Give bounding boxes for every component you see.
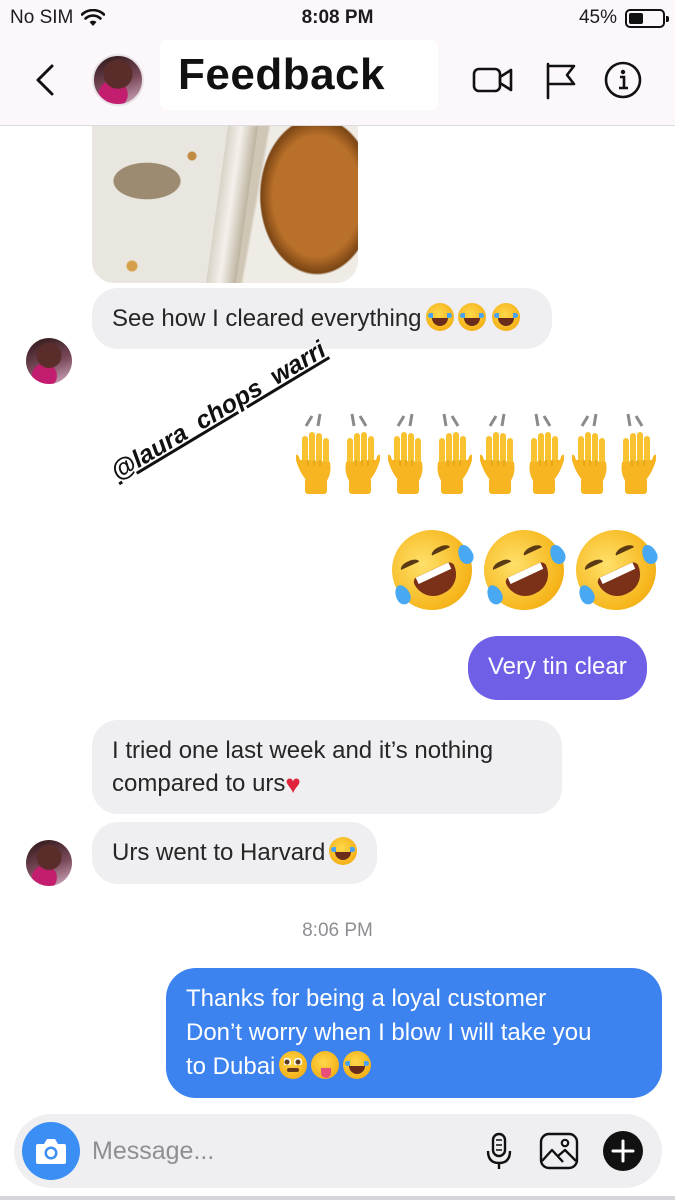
message-timestamp: 8:06 PM <box>302 920 373 941</box>
message-text: Urs went to Harvard <box>112 839 326 866</box>
chevron-left-icon[interactable] <box>28 60 64 100</box>
message-bubble-outgoing[interactable]: Thanks for being a loyal customer Don’t … <box>166 968 662 1098</box>
rolling-eyes-emoji <box>279 1051 308 1079</box>
message-input[interactable] <box>92 1134 472 1168</box>
battery-icon <box>625 8 669 28</box>
chat-header: Feedback <box>0 36 675 126</box>
raised-hand-icon <box>345 432 380 494</box>
gallery-icon[interactable] <box>536 1128 582 1174</box>
message-composer <box>14 1114 662 1188</box>
title-box[interactable]: Feedback <box>160 40 438 110</box>
raised-hand-icon <box>296 432 331 494</box>
message-bubble-outgoing[interactable]: Very tin clear <box>468 636 647 700</box>
raised-hands-message[interactable] <box>296 412 664 502</box>
plus-icon[interactable] <box>600 1128 646 1174</box>
message-text-line1: I tried one last week and it’s nothing <box>112 737 494 764</box>
laughing-tears-emoji <box>457 303 486 331</box>
bottom-divider <box>0 1196 675 1200</box>
battery-fill <box>629 12 643 24</box>
photo-foil <box>205 126 259 283</box>
contact-avatar[interactable] <box>26 338 72 384</box>
message-bubble-incoming[interactable]: See how I cleared everything <box>92 288 552 349</box>
raised-hand-icon <box>480 432 515 494</box>
contact-avatar[interactable] <box>26 840 72 886</box>
sparkle-marks <box>304 413 368 427</box>
message-text: See how I cleared everything <box>112 305 422 332</box>
zany-face-emoji <box>311 1051 340 1079</box>
rofl-emoji[interactable] <box>470 516 578 624</box>
status-right: 45% <box>578 7 669 29</box>
red-heart-emoji: ♥ <box>285 769 301 799</box>
message-text-line2: compared to urs <box>112 770 286 797</box>
sparkle-marks <box>396 413 460 427</box>
battery-tip <box>666 15 669 22</box>
flag-icon[interactable] <box>540 60 582 100</box>
message-text-line2: Don’t worry when I blow I will take you <box>186 1019 592 1046</box>
page-title: Feedback <box>178 50 385 99</box>
rofl-emoji[interactable] <box>562 516 670 624</box>
raised-hand-icon <box>572 432 607 494</box>
rofl-emoji <box>343 1051 372 1079</box>
message-text-line1: Thanks for being a loyal customer <box>186 985 547 1012</box>
laughing-tears-emoji <box>492 303 521 331</box>
battery-percent: 45% <box>578 7 617 28</box>
raised-hand-icon <box>621 432 656 494</box>
sparkle-marks <box>488 413 552 427</box>
rofl-emoji[interactable] <box>378 516 486 624</box>
microphone-icon[interactable] <box>476 1128 522 1174</box>
message-bubble-incoming[interactable]: I tried one last week and it’s nothing c… <box>92 720 562 814</box>
info-icon[interactable] <box>602 60 644 100</box>
video-camera-icon[interactable] <box>472 60 514 100</box>
photo-message[interactable] <box>92 126 358 283</box>
raised-hand-icon <box>529 432 564 494</box>
camera-icon <box>36 1139 66 1164</box>
status-bar: No SIM 8:08 PM 45% <box>0 0 675 36</box>
laughing-tears-emoji <box>425 303 454 331</box>
raised-hand-icon <box>388 432 423 494</box>
laughing-tears-emoji <box>329 837 358 865</box>
camera-button[interactable] <box>22 1122 80 1180</box>
message-text: Very tin clear <box>488 653 627 680</box>
message-bubble-incoming[interactable]: Urs went to Harvard <box>92 822 378 884</box>
raised-hand-icon <box>437 432 472 494</box>
contact-avatar[interactable] <box>92 54 144 106</box>
status-time: 8:08 PM <box>301 7 374 28</box>
message-text-line3: to Dubai <box>186 1053 276 1080</box>
sparkle-marks <box>580 413 644 427</box>
